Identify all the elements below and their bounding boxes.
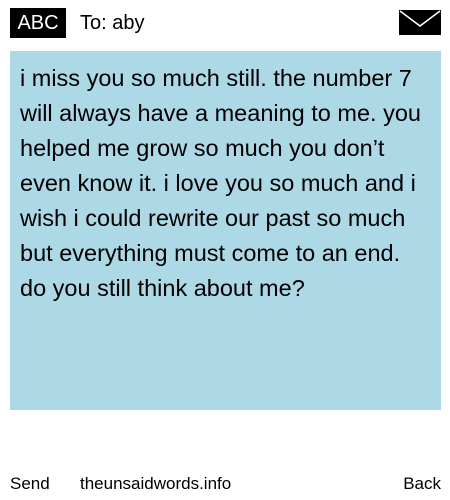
- message-body[interactable]: i miss you so much still. the number 7 w…: [10, 51, 441, 410]
- footer: Send theunsaidwords.info Back: [10, 472, 441, 496]
- envelope-icon[interactable]: [399, 10, 441, 35]
- send-button[interactable]: Send: [10, 472, 50, 496]
- input-mode-badge: ABC: [10, 8, 66, 38]
- header: ABC To: aby: [10, 8, 441, 38]
- back-button[interactable]: Back: [403, 472, 441, 496]
- message-text: i miss you so much still. the number 7 w…: [20, 65, 422, 301]
- screen: ABC To: aby i miss you so much still. th…: [0, 0, 450, 500]
- recipient-label: To: aby: [80, 12, 145, 34]
- site-link[interactable]: theunsaidwords.info: [80, 472, 231, 496]
